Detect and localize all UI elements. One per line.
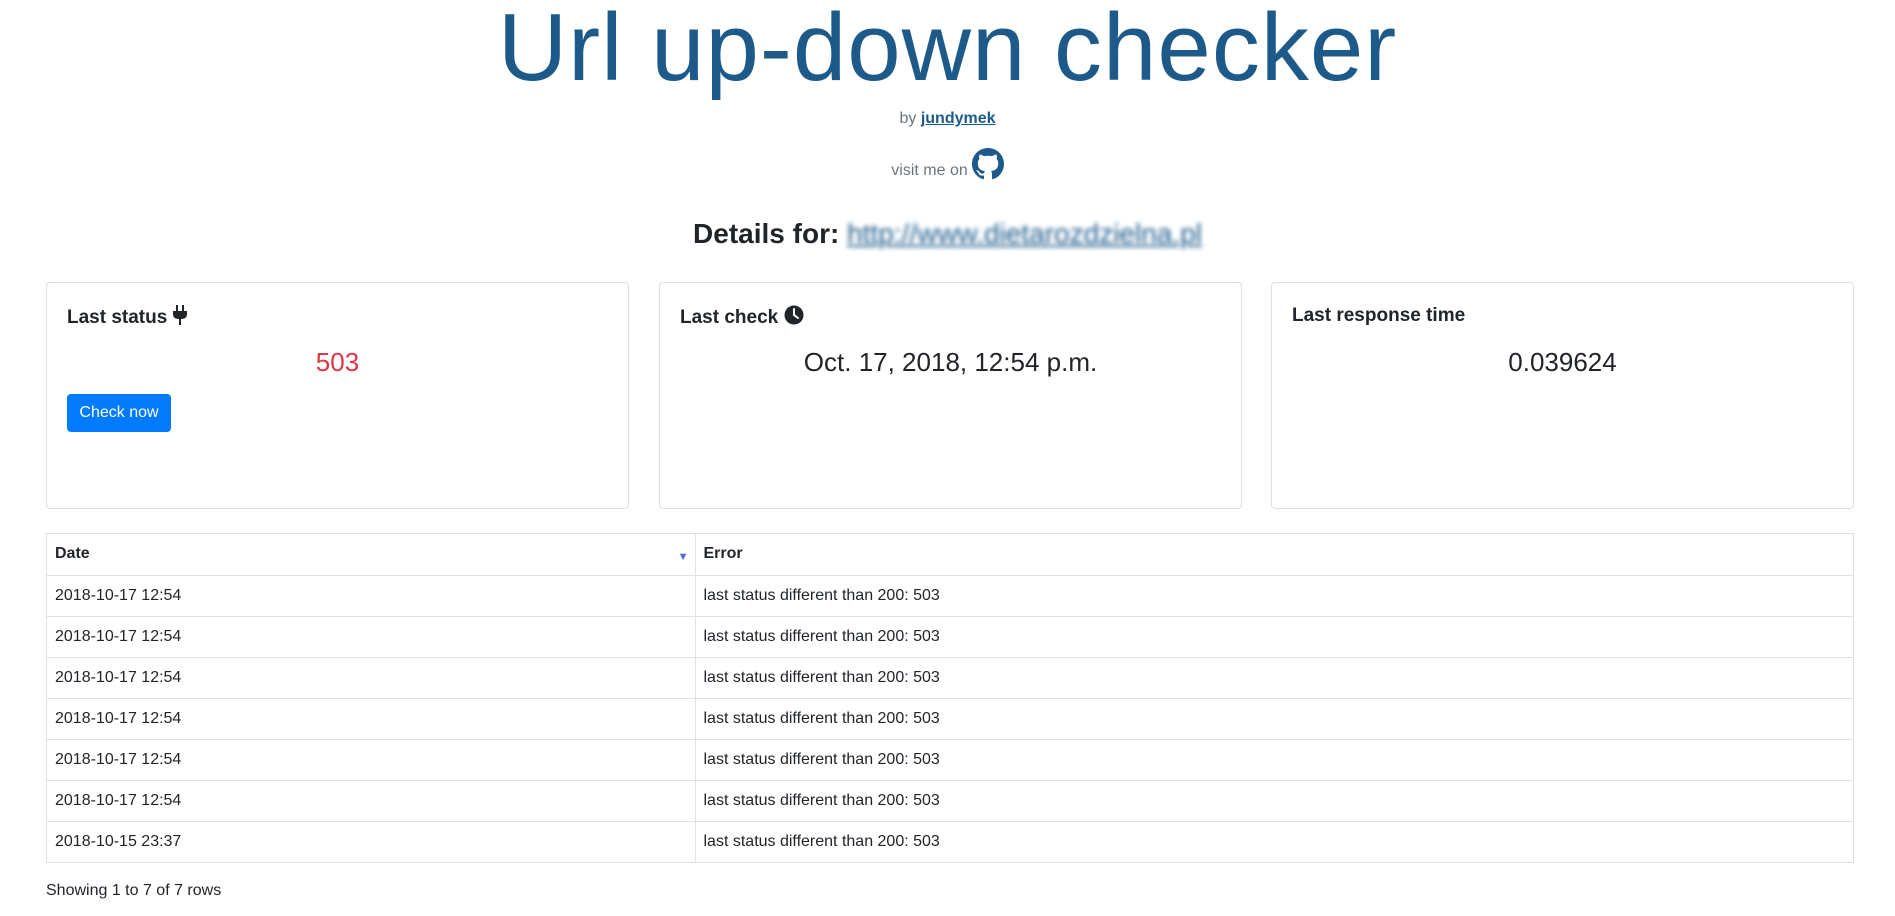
app-title: Url up-down checker <box>497 0 1398 101</box>
pagination-info: Showing 1 to 7 of 7 rows <box>46 882 222 899</box>
table-cell-error: last status different than 200: 503 <box>695 656 1853 698</box>
byline: by jundymek <box>0 110 1895 128</box>
table-row: 2018-10-17 12:54 last status different t… <box>47 656 1853 698</box>
last-status-title: Last status <box>67 305 188 331</box>
last-response-card: Last response time 0.039624 <box>1271 282 1854 509</box>
last-check-card: Last check Oct. 17, 2018, 12:54 p.m. <box>659 282 1242 509</box>
table-cell-error: last status different than 200: 503 <box>695 615 1853 657</box>
column-header-error-label: Error <box>703 545 743 563</box>
table-row: 2018-10-17 12:54 last status different t… <box>47 615 1853 657</box>
history-table-wrapper: Date ▼ Error 2018-10-17 12:54 last statu… <box>46 533 1854 863</box>
table-row: 2018-10-17 12:54 last status different t… <box>47 697 1853 739</box>
check-now-button[interactable]: Check now <box>67 394 171 432</box>
table-row: 2018-10-17 12:54 last status different t… <box>47 738 1853 780</box>
table-cell-date: 2018-10-17 12:54 <box>47 697 696 739</box>
byline-prefix: by <box>899 110 917 127</box>
last-response-value: 0.039624 <box>1508 347 1617 377</box>
details-heading: Details for: http://www.dietarozdzielna.… <box>0 218 1895 250</box>
last-status-value: 503 <box>315 347 360 377</box>
details-url-link[interactable]: http://www.dietarozdzielna.pl <box>847 218 1202 249</box>
last-response-title: Last response time <box>1292 305 1465 327</box>
table-cell-date: 2018-10-17 12:54 <box>47 615 696 657</box>
sort-desc-icon: ▼ <box>677 551 689 563</box>
last-status-label: Last status <box>67 307 168 328</box>
clock-icon <box>784 305 804 331</box>
table-cell-error: last status different than 200: 503 <box>703 586 940 604</box>
column-header-date-label: Date <box>55 545 90 563</box>
table-cell-error: last status different than 200: 503 <box>695 820 1853 862</box>
table-cell-date: 2018-10-17 12:54 <box>47 738 696 780</box>
table-cell-date: 2018-10-17 12:54 <box>47 656 696 698</box>
visit-text: visit me on <box>891 162 968 179</box>
github-icon[interactable] <box>971 148 1004 180</box>
column-header-error[interactable]: Error <box>695 534 1853 576</box>
table-cell-date: 2018-10-15 23:37 <box>47 820 696 862</box>
last-status-card: Last status 503 Check now <box>46 282 629 509</box>
last-check-value: Oct. 17, 2018, 12:54 p.m. <box>803 347 1098 377</box>
column-header-date[interactable]: Date ▼ <box>47 534 696 576</box>
page: Url up-down checker by jundymek visit me… <box>0 0 1895 916</box>
table-header-row: Date ▼ Error <box>47 534 1853 576</box>
table-cell-date: 2018-10-17 12:54 <box>47 575 696 616</box>
table-row: 2018-10-17 12:54 last status different t… <box>47 575 1853 616</box>
table-cell-error: last status different than 200: 503 <box>695 779 1853 821</box>
last-response-label: Last response time <box>1292 305 1466 326</box>
table-row: 2018-10-17 12:54 last status different t… <box>47 779 1853 821</box>
plug-icon <box>173 305 188 331</box>
details-label: Details for: <box>693 218 840 249</box>
author-link[interactable]: jundymek <box>921 110 996 127</box>
last-check-label: Last check <box>680 307 779 328</box>
last-check-title: Last check <box>680 305 804 331</box>
table-cell-date: 2018-10-17 12:54 <box>47 779 696 821</box>
history-table: Date ▼ Error 2018-10-17 12:54 last statu… <box>47 534 1853 862</box>
table-cell-error: last status different than 200: 503 <box>695 697 1853 739</box>
visit-line: visit me on <box>0 148 1895 180</box>
table-row: 2018-10-15 23:37 last status different t… <box>47 820 1853 862</box>
table-cell-error: last status different than 200: 503 <box>695 738 1853 780</box>
